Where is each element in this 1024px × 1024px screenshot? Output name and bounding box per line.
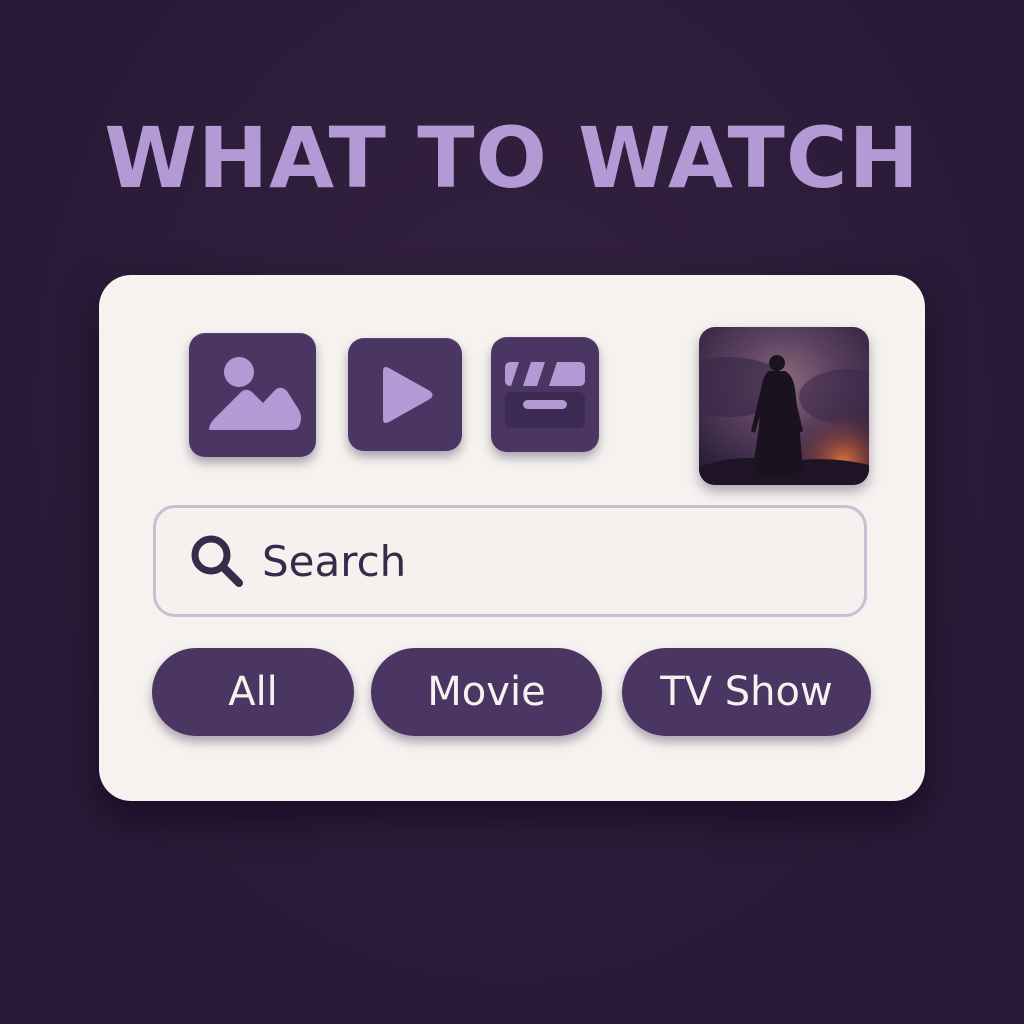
image-icon [208,357,301,430]
filter-card: Search All Movie TV Show [99,275,925,801]
clapperboard-icon [505,361,585,428]
play-tile-button[interactable] [348,338,462,451]
silhouette-figure-image [699,327,869,485]
search-icon [186,530,248,592]
featured-thumbnail[interactable] [699,327,869,485]
filter-tv-show-button[interactable]: TV Show [622,648,871,736]
search-input[interactable]: Search [262,537,406,586]
filter-all-button[interactable]: All [152,648,354,736]
image-tile-button[interactable] [189,333,316,457]
filter-movie-button[interactable]: Movie [371,648,602,736]
clapperboard-tile-button[interactable] [491,337,599,452]
search-field[interactable]: Search [153,505,867,617]
page-title: WHAT TO WATCH [104,109,920,207]
play-icon [383,366,433,423]
